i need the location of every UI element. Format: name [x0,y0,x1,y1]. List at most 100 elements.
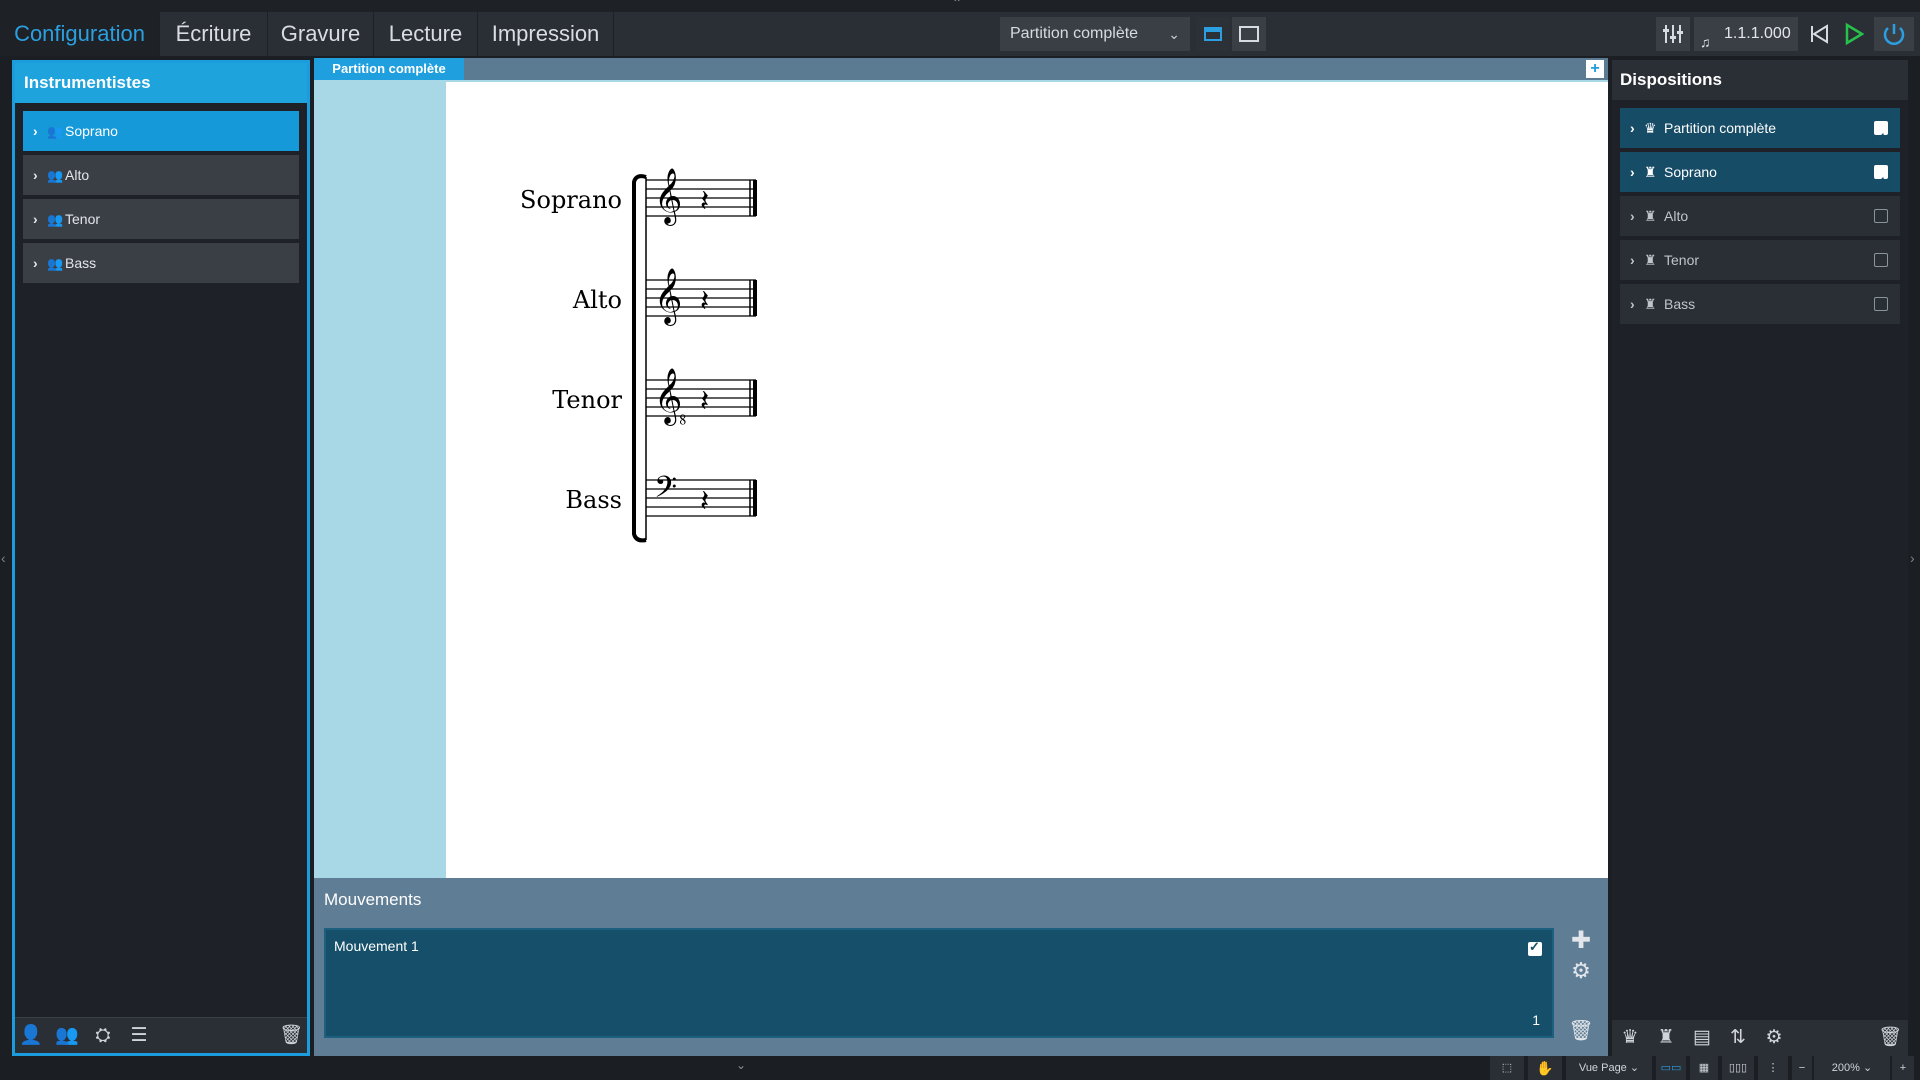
hand-tool-icon[interactable]: ✋ [1528,1056,1562,1080]
staff-label-bass: Bass [565,486,622,514]
chevron-right-icon[interactable]: › [1630,108,1644,148]
player-group-icon: 👥 [47,124,64,139]
add-tab-button[interactable]: + [1586,60,1604,78]
zoom-select[interactable]: 200% ⌄ [1814,1056,1890,1080]
transport-position[interactable]: ♫ 1.1.1.000 [1694,17,1798,51]
zoom-out-icon[interactable]: − [1792,1056,1812,1080]
layout-item-alto[interactable]: › ♜ Alto [1620,196,1900,236]
player-item-tenor[interactable]: › 👥 Tenor [23,199,299,239]
rest-alto: 𝄽 [700,284,710,319]
galley-view-icon [1204,27,1222,41]
chevron-right-icon[interactable]: › [33,111,47,151]
zoom-in-icon[interactable]: + [1892,1056,1914,1080]
player-item-bass[interactable]: › 👥 Bass [23,243,299,283]
delete-layout-icon[interactable]: 🗑 [1878,1026,1902,1050]
tab-gravure[interactable]: Gravure [268,12,374,56]
clef-alto: 𝄞 [654,268,683,324]
rest-soprano: 𝄽 [700,184,710,219]
chevron-right-icon[interactable]: › [1630,240,1644,280]
collapse-top-icon[interactable]: ⌃ [952,0,962,10]
rewind-button[interactable] [1802,17,1836,51]
layout-tab-full-score[interactable]: Partition complète [314,58,464,80]
chevron-right-icon[interactable]: › [1630,284,1644,324]
add-ensemble-icon[interactable]: ⛭ [91,1024,115,1048]
clef-bass: 𝄢 [654,471,678,512]
collapse-bottom-icon[interactable]: ⌄ [736,1058,746,1072]
add-section-player-icon[interactable]: 👥 [55,1024,79,1048]
add-solo-player-icon[interactable]: 👤 [19,1024,43,1048]
layout-item-bass[interactable]: › ♜ Bass [1620,284,1900,324]
grid-icon[interactable]: ▦ [1690,1056,1718,1080]
add-movement-icon[interactable]: ✚ [1566,926,1596,955]
staff-label-alto: Alto [572,286,622,314]
note-icon: ♫ [1700,34,1711,50]
movement-number: 1 [1532,1012,1540,1028]
movement-card[interactable]: Mouvement 1 1 [324,928,1554,1038]
layout-checkbox[interactable] [1874,209,1888,223]
delete-player-icon[interactable]: 🗑 [279,1024,303,1048]
player-group-icon: 👥 [47,256,64,271]
sort-icon[interactable]: ⇅ [1726,1026,1750,1050]
chevron-right-icon[interactable]: › [33,199,47,239]
rest-tenor: 𝄽 [700,384,710,419]
chevron-right-icon[interactable]: › [1630,152,1644,192]
collapse-left-icon[interactable]: ‹ [1,550,6,566]
clef-tenor: 𝄠 [654,368,688,424]
add-full-score-icon[interactable]: ♛ [1618,1026,1642,1050]
player-item-soprano[interactable]: › 👥 Soprano [23,111,299,151]
player-label: Tenor [65,211,101,227]
select-tool-icon[interactable]: ⬚ [1490,1056,1524,1080]
collapse-right-icon[interactable]: › [1910,550,1915,566]
tab-ecriture[interactable]: Écriture [160,12,268,56]
layout-tab-strip: Partition complète + [314,58,1608,80]
add-part-icon[interactable]: ♜ [1654,1026,1678,1050]
spreads-icon[interactable]: ▭▭ [1656,1056,1686,1080]
movement-checkbox[interactable] [1528,939,1542,956]
play-button[interactable] [1836,17,1870,51]
movements-title: Mouvements [324,890,422,909]
view-mode-select[interactable]: Vue Page ⌄ [1566,1056,1652,1080]
layout-label: Alto [1664,208,1689,224]
score-area: Partition complète + Soprano Alto Tenor … [314,58,1608,878]
clef-soprano: 𝄞 [654,168,683,224]
vertical-pages-icon[interactable]: ⋮ [1758,1056,1788,1080]
page-view-button[interactable] [1232,17,1266,51]
tab-configuration[interactable]: Configuration [0,12,160,56]
players-panel: Instrumentistes › 👥 Soprano › 👥 Alto › 👥 Tenor… [12,60,310,1056]
layout-item-full-score[interactable]: › ♛ Partition complète [1620,108,1900,158]
staff-label-soprano: Soprano [520,186,622,214]
layout-select[interactable]: Partition complète ⌄ [1000,17,1190,51]
layout-item-tenor[interactable]: › ♜ Tenor [1620,240,1900,280]
part-icon: ♜ [1644,296,1657,312]
layout-item-soprano[interactable]: › ♜ Soprano [1620,152,1900,202]
player-item-alto[interactable]: › 👥 Alto [23,155,299,195]
part-icon: ♜ [1644,164,1657,180]
horizontal-pages-icon[interactable]: ▯▯▯ [1722,1056,1754,1080]
movement-title: Mouvement 1 [334,938,419,954]
layouts-panel: Dispositions ›♛Partition complète ›♜Sopr… [1612,60,1908,1056]
layout-checkbox[interactable] [1874,297,1888,311]
layout-checkbox[interactable] [1874,253,1888,267]
rewind-icon [1811,24,1828,44]
layouts-footer: ♛ ♜ ▤ ⇅ ⚙ 🗑 [1612,1020,1908,1056]
power-icon [1883,24,1905,45]
players-list: › 👥 Soprano › 👥 Alto › 👥 Tenor › 👥 Bass [15,103,307,295]
layouts-list: ›♛Partition complète ›♜Soprano ›♜Alto ›♜… [1612,100,1908,336]
add-group-icon[interactable]: ☰ [127,1024,151,1048]
power-button[interactable] [1874,17,1914,51]
part-icon: ♜ [1644,252,1657,268]
tab-impression[interactable]: Impression [478,12,614,56]
mixer-button[interactable] [1656,17,1690,51]
add-custom-layout-icon[interactable]: ▤ [1690,1026,1714,1050]
tab-lecture[interactable]: Lecture [374,12,478,56]
score-page[interactable]: Soprano Alto Tenor Bass 𝄞 𝄞 𝄠 𝄢 𝄽 𝄽 𝄽 𝄽 [446,82,1608,878]
delete-movement-icon[interactable]: 🗑 [1566,1018,1596,1043]
chevron-right-icon[interactable]: › [33,243,47,283]
chevron-right-icon[interactable]: › [33,155,47,195]
chevron-right-icon[interactable]: › [1630,196,1644,236]
layout-checkbox[interactable] [1874,118,1888,158]
layout-checkbox[interactable] [1874,162,1888,202]
layout-settings-icon[interactable]: ⚙ [1762,1026,1786,1050]
galley-view-button[interactable] [1196,17,1230,51]
movement-settings-icon[interactable]: ⚙ [1566,958,1596,984]
